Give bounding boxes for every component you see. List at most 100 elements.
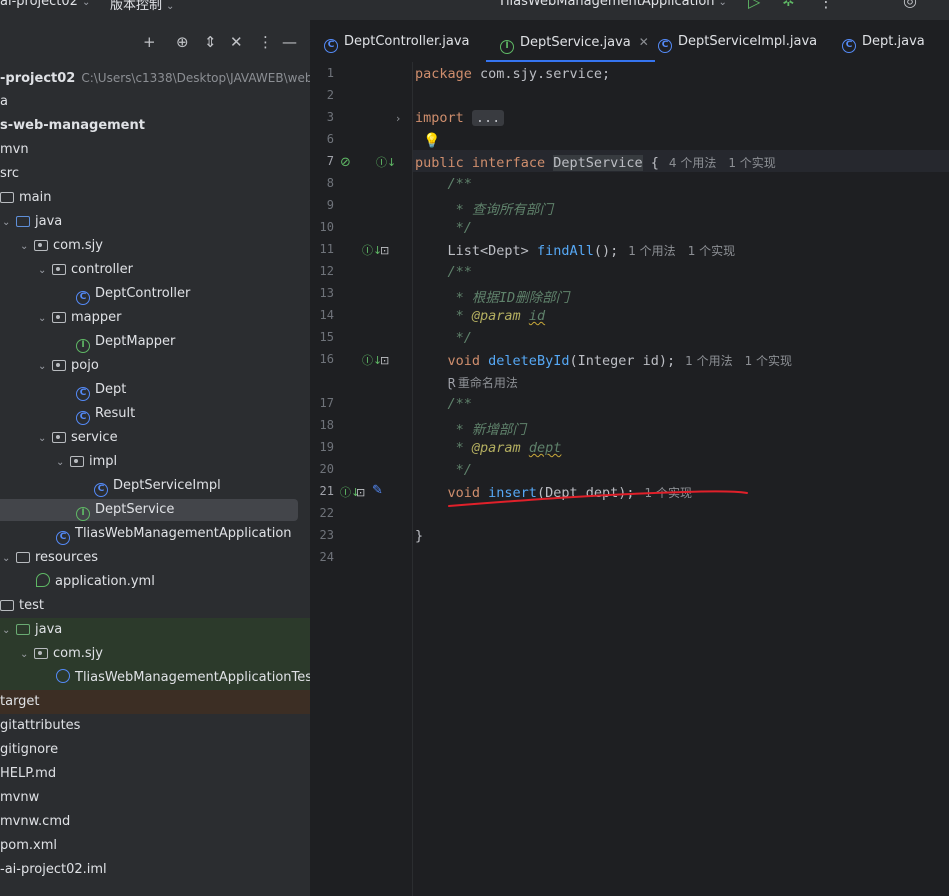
code-line-9: * 查询所有部门 (415, 198, 553, 218)
tab-label: DeptServiceImpl.java (678, 34, 818, 49)
folded-imports[interactable]: ... (471, 110, 505, 126)
account-icon[interactable]: ◎ (903, 0, 917, 10)
tree-item-package[interactable]: ⌄ service (0, 426, 310, 450)
tree-item-file[interactable]: mvnw (0, 786, 310, 810)
line-number: 9 (326, 198, 334, 212)
fold-chevron-icon[interactable]: › (396, 112, 400, 126)
tree-item-class[interactable]: C DeptController (0, 282, 310, 306)
tree-item-yml[interactable]: application.yml (0, 570, 310, 594)
tab-dept-service-impl[interactable]: C DeptServiceImpl.java (658, 20, 817, 62)
chevron-down-icon[interactable]: ⌄ (38, 307, 52, 331)
impl-hint[interactable]: 1 个实现 (688, 244, 735, 258)
usages-hint[interactable]: 1 个用法 (685, 354, 732, 368)
add-endpoint-icon[interactable]: ✎ (372, 484, 383, 498)
tree-item-module[interactable]: s-web-management (0, 114, 310, 138)
tree-item-src[interactable]: src (0, 162, 310, 186)
lightbulb-icon[interactable]: 💡 (423, 134, 440, 148)
inlay-hint[interactable]: 1 个用法 1 个实现 (628, 244, 747, 258)
tree-item-interface[interactable]: I DeptMapper (0, 330, 310, 354)
options-icon[interactable]: ⋮ (258, 32, 273, 52)
collapse-all-icon[interactable]: ✕ (230, 32, 243, 52)
test-folder-icon (16, 624, 30, 635)
tree-item-main[interactable]: main (0, 186, 310, 210)
impl-hint[interactable]: 1 个实现 (745, 354, 792, 368)
chevron-down-icon[interactable]: ⌄ (2, 619, 16, 643)
tree-item-package[interactable]: ⌄ com.sjy (0, 234, 310, 258)
tree-item-class[interactable]: C Result (0, 402, 310, 426)
tree-item-test[interactable]: test (0, 594, 310, 618)
chevron-down-icon[interactable]: ⌄ (56, 451, 70, 475)
param-name: dept (528, 440, 562, 456)
line-number: 10 (319, 220, 334, 234)
package-icon (52, 312, 66, 323)
tree-item[interactable]: mvn (0, 138, 310, 162)
line-number: 3 (326, 110, 334, 124)
locate-icon[interactable]: ⊕ (176, 32, 189, 52)
tree-item-file[interactable]: gitignore (0, 738, 310, 762)
more-icon[interactable]: ⋮ (818, 0, 834, 11)
vcs-menu[interactable]: 版本控制 ⌄ (110, 0, 174, 13)
tab-dept-controller[interactable]: C DeptController.java (324, 20, 469, 62)
keyword-public: public (415, 155, 464, 171)
tree-item-file[interactable]: mvnw.cmd (0, 810, 310, 834)
tree-item-class[interactable]: C TliasWebManagementApplication (0, 522, 310, 546)
close-icon[interactable]: ✕ (639, 35, 649, 49)
class-icon: C (76, 387, 90, 401)
tree-item-test-java[interactable]: ⌄ java (0, 618, 310, 642)
add-icon[interactable]: + (143, 32, 156, 52)
code-editor[interactable]: 1 2 3 6 7 8 9 10 11 12 13 14 15 16 17 18… (310, 62, 949, 896)
endpoint-icon[interactable]: ⊡ (356, 486, 365, 500)
tree-item-label: Result (95, 406, 136, 421)
rename-usages-hint[interactable]: Ɽ 重命名用法 (448, 376, 530, 390)
chevron-down-icon[interactable]: ⌄ (20, 235, 34, 259)
chevron-down-icon[interactable]: ⌄ (20, 643, 34, 667)
tree-item-interface-selected[interactable]: I DeptService (0, 498, 310, 522)
implemented-icon[interactable]: Ⓘ↓ (376, 156, 396, 170)
tree-item-label: main (19, 190, 52, 205)
expand-all-icon[interactable]: ⇕ (204, 32, 217, 52)
tree-item[interactable]: a (0, 90, 310, 114)
rename-hint-text[interactable]: 重命名用法 (458, 376, 518, 390)
debug-icon[interactable]: ✲ (782, 0, 795, 10)
tree-item-package[interactable]: ⌄ pojo (0, 354, 310, 378)
usages-hint[interactable]: 1 个用法 (628, 244, 675, 258)
chevron-down-icon[interactable]: ⌄ (38, 259, 52, 283)
package-icon (34, 240, 48, 251)
tree-item-label: java (35, 214, 63, 229)
tree-item-package[interactable]: ⌄ com.sjy (0, 642, 310, 666)
usages-hint[interactable]: 4 个用法 (669, 156, 716, 170)
endpoint-icon[interactable]: ⊡ (380, 244, 389, 258)
code-line-17: /** (415, 396, 472, 412)
impl-hint[interactable]: 1 个实现 (728, 156, 775, 170)
tree-item-root[interactable]: -project02 C:\Users\c1338\Desktop\JAVAWEB… (0, 66, 310, 90)
chevron-down-icon[interactable]: ⌄ (2, 547, 16, 571)
tab-dept[interactable]: C Dept.java (842, 20, 925, 62)
chevron-down-icon[interactable]: ⌄ (38, 427, 52, 451)
tree-item-package[interactable]: ⌄ controller (0, 258, 310, 282)
chevron-down-icon[interactable]: ⌄ (2, 211, 16, 235)
test-class-icon (56, 669, 70, 683)
run-icon[interactable]: ▷ (748, 0, 760, 11)
hide-icon[interactable]: — (282, 32, 297, 52)
tree-item-java[interactable]: ⌄ java (0, 210, 310, 234)
endpoint-icon[interactable]: ⊡ (380, 354, 389, 368)
inlay-hint[interactable]: 1 个用法 1 个实现 (685, 354, 804, 368)
tree-item-class[interactable]: C Dept (0, 378, 310, 402)
project-switcher[interactable]: ai-project02 ⌄ (0, 0, 90, 9)
tree-item-package[interactable]: ⌄ mapper (0, 306, 310, 330)
inlay-hint[interactable]: 4 个用法 1 个实现 (669, 156, 788, 170)
bean-icon[interactable]: ⊘ (340, 156, 351, 170)
tree-item-package[interactable]: ⌄ impl (0, 450, 310, 474)
tree-item-file[interactable]: gitattributes (0, 714, 310, 738)
tree-item-target[interactable]: target (0, 690, 310, 714)
run-config-selector[interactable]: TliasWebManagementApplication ⌄ (498, 0, 727, 9)
project-path: C:\Users\c1338\Desktop\JAVAWEB\web-ai (81, 71, 310, 85)
tab-dept-service[interactable]: I DeptService.java ✕ (486, 20, 655, 62)
chevron-down-icon[interactable]: ⌄ (38, 355, 52, 379)
tree-item-class[interactable]: C DeptServiceImpl (0, 474, 310, 498)
tree-item-resources[interactable]: ⌄ resources (0, 546, 310, 570)
tree-item-file[interactable]: -ai-project02.iml (0, 858, 310, 882)
tree-item-test-class[interactable]: TliasWebManagementApplicationTests (0, 666, 310, 690)
tree-item-file[interactable]: pom.xml (0, 834, 310, 858)
tree-item-file[interactable]: HELP.md (0, 762, 310, 786)
